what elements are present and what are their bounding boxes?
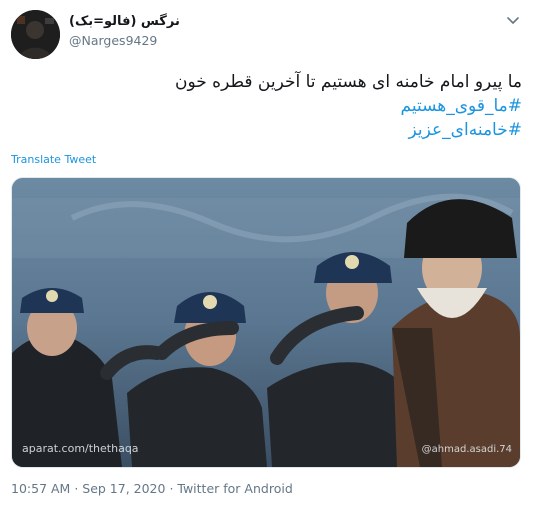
tweet-text-line: ما پیرو امام خامنه ای هستیم تا آخرین قطر… bbox=[174, 72, 522, 92]
media-watermark: aparat.com/thethaqa bbox=[22, 442, 139, 455]
tweet-date[interactable]: Sep 17, 2020 bbox=[82, 481, 165, 496]
tweet-media-image[interactable]: aparat.com/thethaqa @ahmad.asadi.74 bbox=[11, 177, 521, 468]
tweet-header: نرگس (فالو=بک) @Narges9429 bbox=[0, 0, 533, 70]
separator: · bbox=[165, 481, 178, 496]
tweet-time[interactable]: 10:57 AM bbox=[11, 481, 70, 496]
translate-tweet-link[interactable]: Translate Tweet bbox=[11, 153, 96, 166]
tweet-metadata: 10:57 AM · Sep 17, 2020 · Twitter for An… bbox=[11, 481, 293, 496]
display-name[interactable]: نرگس (فالو=بک) bbox=[69, 14, 180, 29]
media-watermark: @ahmad.asadi.74 bbox=[421, 444, 512, 455]
tweet-text: ما پیرو امام خامنه ای هستیم تا آخرین قطر… bbox=[22, 70, 522, 142]
tweet-source[interactable]: Twitter for Android bbox=[177, 481, 292, 496]
chevron-down-icon[interactable] bbox=[504, 11, 522, 29]
user-handle[interactable]: @Narges9429 bbox=[69, 33, 157, 48]
hashtag-link[interactable]: #ما_قوی_هستیم bbox=[22, 94, 522, 118]
hashtag-link[interactable]: #خامنه‌ای_عزیز bbox=[22, 118, 522, 142]
separator: · bbox=[70, 481, 83, 496]
avatar[interactable] bbox=[11, 10, 60, 59]
